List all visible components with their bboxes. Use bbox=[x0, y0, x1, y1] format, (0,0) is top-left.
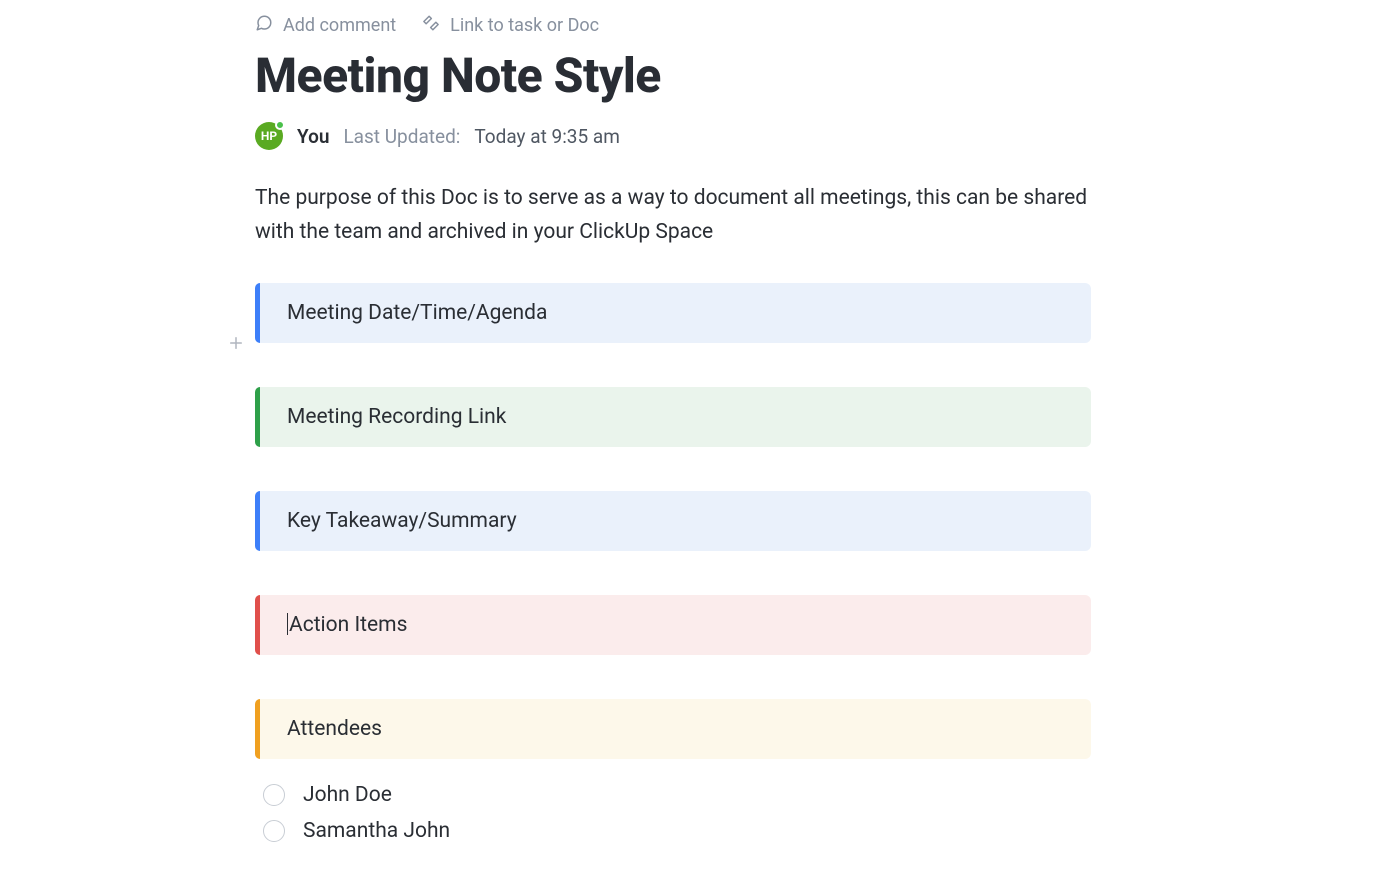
link-task-label: Link to task or Doc bbox=[450, 15, 599, 36]
attendee-item[interactable]: John Doe bbox=[263, 777, 1091, 813]
attendee-name: John Doe bbox=[303, 783, 392, 807]
radio-icon[interactable] bbox=[263, 784, 285, 806]
document-page: Add comment Link to task or Doc Meeting … bbox=[0, 0, 1400, 889]
link-icon bbox=[422, 14, 440, 37]
comment-icon bbox=[255, 14, 273, 37]
plus-icon bbox=[227, 337, 245, 356]
document-meta: HP You Last Updated: Today at 9:35 am bbox=[255, 122, 1091, 150]
callout-date-agenda-text: Meeting Date/Time/Agenda bbox=[287, 301, 547, 325]
callout-takeaway-text: Key Takeaway/Summary bbox=[287, 509, 517, 533]
attendee-item[interactable]: Samantha John bbox=[263, 813, 1091, 849]
add-comment-button[interactable]: Add comment bbox=[255, 14, 396, 37]
callout-action-items-text: Action Items bbox=[289, 613, 407, 637]
author-avatar[interactable]: HP bbox=[255, 122, 283, 150]
intro-paragraph[interactable]: The purpose of this Doc is to serve as a… bbox=[255, 182, 1091, 249]
last-updated-label: Last Updated: bbox=[343, 125, 460, 148]
callout-recording-link[interactable]: Meeting Recording Link bbox=[255, 387, 1091, 447]
last-updated-value: Today at 9:35 am bbox=[474, 125, 619, 148]
top-action-bar: Add comment Link to task or Doc bbox=[255, 14, 1091, 37]
link-task-button[interactable]: Link to task or Doc bbox=[422, 14, 599, 37]
avatar-initials: HP bbox=[261, 129, 277, 143]
author-name: You bbox=[297, 125, 329, 148]
callout-action-items[interactable]: Action Items bbox=[255, 595, 1091, 655]
attendee-list: John Doe Samantha John bbox=[255, 777, 1091, 849]
document-content: Add comment Link to task or Doc Meeting … bbox=[255, 14, 1091, 849]
callout-date-agenda[interactable]: Meeting Date/Time/Agenda bbox=[255, 283, 1091, 343]
attendee-name: Samantha John bbox=[303, 819, 450, 843]
radio-icon[interactable] bbox=[263, 820, 285, 842]
callout-attendees[interactable]: Attendees bbox=[255, 699, 1091, 759]
callout-recording-text: Meeting Recording Link bbox=[287, 405, 506, 429]
text-cursor-icon bbox=[287, 613, 288, 635]
presence-indicator-icon bbox=[275, 120, 285, 130]
page-title[interactable]: Meeting Note Style bbox=[255, 47, 1091, 104]
callout-attendees-text: Attendees bbox=[287, 717, 382, 741]
callout-key-takeaway[interactable]: Key Takeaway/Summary bbox=[255, 491, 1091, 551]
add-comment-label: Add comment bbox=[283, 15, 396, 36]
add-block-button[interactable] bbox=[227, 334, 245, 356]
